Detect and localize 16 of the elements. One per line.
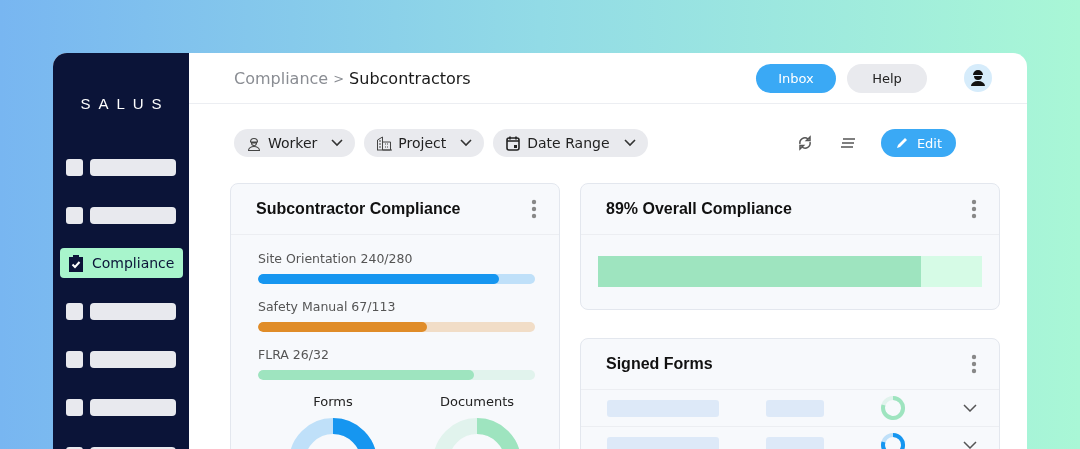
- card-title: Signed Forms: [606, 355, 713, 373]
- card-title: 89% Overall Compliance: [606, 200, 792, 218]
- filter-dropdown[interactable]: Date Range: [493, 129, 648, 157]
- chart-label: Forms: [313, 394, 353, 409]
- filter-dropdown[interactable]: Project: [364, 129, 485, 157]
- chart-label: Documents: [439, 394, 515, 409]
- card-title: Subcontractor Compliance: [256, 200, 461, 218]
- progress-label: Site Orientation 240/280: [258, 251, 414, 266]
- progress-label: FLRA 26/32: [258, 347, 330, 362]
- page-title: Subcontractors: [349, 68, 471, 88]
- breadcrumb-separator: >: [333, 70, 345, 86]
- logo: SALUS: [79, 95, 170, 112]
- header-button[interactable]: Help: [847, 63, 927, 93]
- progress-label: Safety Manual 67/113: [258, 299, 397, 314]
- sidebar-item[interactable]: Compliance: [60, 248, 183, 278]
- filter-dropdown[interactable]: Worker: [234, 129, 356, 157]
